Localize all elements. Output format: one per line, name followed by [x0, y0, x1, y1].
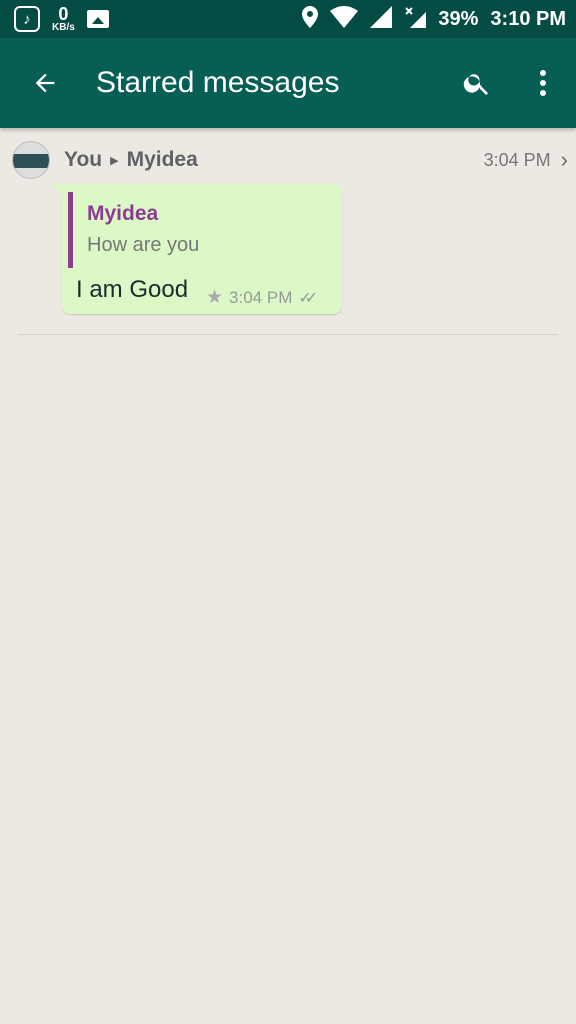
cell-signal-icon: [370, 5, 393, 33]
message-meta: ★ 3:04 PM ✓✓: [206, 286, 318, 309]
status-bar: ♪ 0 KB/s 39% 3:10 PM: [0, 0, 576, 38]
recipient-name: Myidea: [126, 148, 198, 171]
sender-name: You: [64, 148, 103, 171]
clock: 3:10 PM: [490, 7, 566, 30]
status-bar-right: 39% 3:10 PM: [302, 5, 566, 33]
back-arrow-icon: [35, 73, 55, 93]
message-time: 3:04 PM: [229, 287, 293, 307]
back-button[interactable]: [0, 38, 90, 128]
battery-percent: 39%: [438, 7, 479, 30]
message-participants: You ▶ Myidea: [64, 148, 198, 172]
more-vert-icon: [540, 70, 546, 96]
cell-signal-no-data-icon: [404, 6, 427, 33]
page-title: Starred messages: [96, 66, 340, 99]
network-speed-value: 0: [58, 4, 69, 24]
search-icon: [463, 74, 488, 95]
message-text: I am Good: [76, 276, 189, 303]
quote-text: How are you: [87, 234, 200, 256]
more-options-button[interactable]: [510, 38, 576, 128]
network-speed-unit: KB/s: [52, 22, 75, 33]
star-icon: ★: [206, 287, 224, 308]
location-icon: [302, 5, 319, 33]
avatar: [12, 141, 50, 179]
message-header: You ▶ Myidea 3:04 PM ›: [12, 141, 568, 179]
image-notification-icon: [86, 10, 109, 28]
message-bubble[interactable]: Myidea How are you I am Good ★ 3:04 PM ✓…: [52, 184, 342, 314]
double-check-icon: ✓✓: [298, 289, 318, 307]
quoted-message[interactable]: Myidea How are you: [68, 192, 336, 268]
network-speed: 0 KB/s: [52, 5, 75, 33]
play-arrow-icon: ▶: [110, 154, 119, 167]
search-button[interactable]: [444, 38, 510, 128]
divider: [18, 334, 558, 335]
saavn-notification-icon: ♪: [14, 6, 40, 32]
status-bar-left: ♪ 0 KB/s: [14, 5, 109, 33]
wifi-icon: [330, 5, 359, 33]
quote-author: Myidea: [87, 202, 159, 225]
avatar-image: [13, 154, 49, 168]
header-time: 3:04 PM: [483, 149, 551, 170]
chevron-right-icon[interactable]: ›: [561, 147, 568, 173]
app-bar: Starred messages: [0, 38, 576, 128]
